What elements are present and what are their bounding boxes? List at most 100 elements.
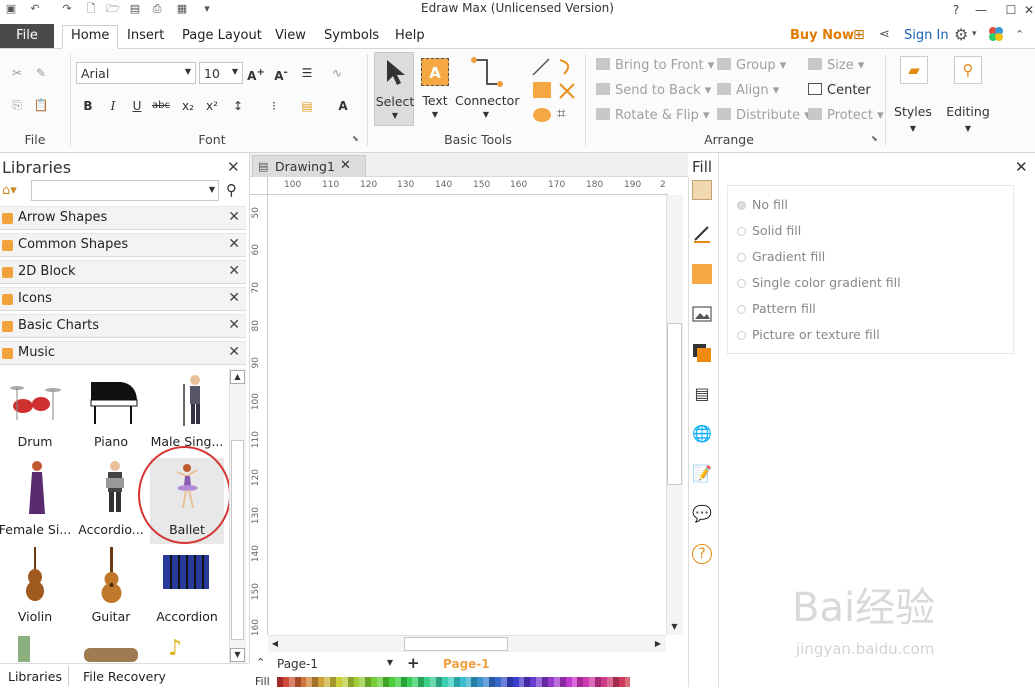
- shape-violin[interactable]: Violin: [0, 545, 72, 631]
- collapse-ribbon-icon[interactable]: ⌃: [1015, 28, 1024, 41]
- save-icon[interactable]: ▤: [128, 2, 142, 16]
- shape-male-singer[interactable]: Male Sing...: [150, 370, 224, 456]
- bring-to-front-button[interactable]: Bring to Front ▾: [596, 58, 714, 74]
- close-icon[interactable]: ✕: [228, 209, 240, 225]
- strikethrough-icon[interactable]: abc: [152, 97, 170, 115]
- fill-option-picture-texture[interactable]: Picture or texture fill: [737, 327, 880, 342]
- scroll-down-icon[interactable]: ▼: [667, 620, 682, 634]
- scroll-right-icon[interactable]: ▶: [651, 637, 665, 651]
- tab-page-layout[interactable]: Page Layout: [174, 26, 270, 48]
- shape-partial-flute[interactable]: [18, 636, 30, 662]
- redo-icon[interactable]: ↷: [60, 2, 74, 16]
- editing-button[interactable]: ⚲ Editing ▼: [943, 56, 993, 140]
- ellipse-tool-icon[interactable]: [533, 108, 551, 122]
- search-icon[interactable]: ⚲: [226, 181, 237, 199]
- cut-icon[interactable]: ✂: [8, 64, 26, 82]
- active-page-tab[interactable]: Page-1: [443, 657, 490, 671]
- tab-home[interactable]: Home: [62, 25, 119, 49]
- comment-icon[interactable]: 💬: [692, 504, 712, 524]
- font-name-select[interactable]: Arial ▼: [76, 62, 196, 84]
- text-wrap-icon[interactable]: ∿: [328, 64, 346, 82]
- close-libraries-icon[interactable]: ✕: [227, 158, 240, 176]
- canvas-vscroll-thumb[interactable]: [667, 323, 682, 485]
- hyperlink-globe-icon[interactable]: 🌐: [692, 424, 712, 444]
- grow-font-icon[interactable]: A+: [247, 64, 265, 83]
- italic-icon[interactable]: I: [104, 97, 122, 115]
- close-tab-icon[interactable]: ✕: [340, 158, 351, 173]
- scroll-up-icon[interactable]: ▲: [230, 370, 245, 384]
- buy-now-link[interactable]: Buy Now: [790, 28, 854, 43]
- libraries-scroll-thumb[interactable]: [231, 440, 244, 640]
- drawing-canvas[interactable]: [268, 195, 666, 635]
- undo-icon[interactable]: ↶: [28, 2, 42, 16]
- arc-tool-icon[interactable]: [556, 56, 578, 78]
- scroll-left-icon[interactable]: ◀: [268, 637, 282, 651]
- rotate-flip-button[interactable]: Rotate & Flip ▾: [596, 108, 710, 124]
- tab-insert[interactable]: Insert: [119, 26, 172, 48]
- bullets-icon[interactable]: ⁝: [265, 97, 283, 115]
- share-icon[interactable]: ⋖: [879, 27, 890, 42]
- add-page-icon[interactable]: +: [407, 654, 420, 672]
- tab-libraries[interactable]: Libraries: [8, 669, 62, 684]
- library-search-input[interactable]: ▼: [31, 180, 219, 201]
- rectangle-tool-icon[interactable]: [533, 82, 551, 98]
- distribute-button[interactable]: Distribute ▾: [717, 108, 811, 124]
- print-icon[interactable]: ⎙: [150, 2, 164, 16]
- tab-symbols[interactable]: Symbols: [316, 26, 387, 48]
- image-icon[interactable]: [692, 304, 712, 324]
- close-window-icon[interactable]: ✕: [1014, 0, 1035, 20]
- fill-option-pattern-fill[interactable]: Pattern fill: [737, 301, 816, 316]
- shape-accordion[interactable]: Accordion: [150, 545, 224, 631]
- library-category-2d-block[interactable]: 2D Block ✕: [0, 260, 246, 284]
- superscript-icon[interactable]: x²: [203, 97, 221, 115]
- close-icon[interactable]: ✕: [228, 344, 240, 360]
- shadow-icon[interactable]: [692, 264, 712, 284]
- shrink-font-icon[interactable]: A-: [272, 64, 290, 83]
- size-button[interactable]: Size ▾: [808, 58, 864, 74]
- shape-accordion-player[interactable]: Accordio...: [74, 458, 148, 544]
- crop-tool-icon[interactable]: ⌗: [557, 104, 565, 122]
- font-dialog-launcher-icon[interactable]: ⬊: [352, 134, 359, 143]
- shape-partial-zither[interactable]: [84, 648, 138, 662]
- line-tool-icon[interactable]: [530, 56, 552, 78]
- tab-file[interactable]: File: [0, 24, 54, 48]
- center-button[interactable]: Center: [808, 83, 871, 99]
- note-icon[interactable]: 📝: [692, 464, 712, 484]
- settings-gear-icon[interactable]: ⚙: [954, 25, 968, 44]
- underline-icon[interactable]: U: [128, 97, 146, 115]
- library-category-basic-charts[interactable]: Basic Charts ✕: [0, 314, 246, 338]
- connector-tool-button[interactable]: Connector ▼: [455, 52, 519, 126]
- tab-help[interactable]: Help: [387, 26, 433, 48]
- minimize-icon[interactable]: —: [966, 0, 996, 20]
- font-size-select[interactable]: 10 ▼: [199, 62, 243, 84]
- settings-dropdown-icon[interactable]: ▾: [972, 29, 977, 39]
- line-style-icon[interactable]: [692, 224, 712, 244]
- sign-in-link[interactable]: Sign In: [904, 28, 949, 43]
- shape-partial-saxophone[interactable]: ♪: [168, 636, 206, 662]
- arrange-dialog-launcher-icon[interactable]: ⬊: [871, 134, 878, 143]
- font-color-icon[interactable]: A: [334, 97, 352, 115]
- shape-guitar[interactable]: Guitar: [74, 545, 148, 631]
- new-file-icon[interactable]: 🗋: [84, 2, 98, 16]
- document-tab[interactable]: ▤ Drawing1 ✕: [252, 155, 366, 177]
- shape-drum[interactable]: Drum: [0, 370, 72, 456]
- fill-option-solid-fill[interactable]: Solid fill: [737, 223, 801, 238]
- line-spacing-icon[interactable]: ↕: [229, 97, 247, 115]
- color-swatch[interactable]: [624, 677, 631, 687]
- protect-button[interactable]: Protect ▾: [808, 108, 884, 124]
- send-to-back-button[interactable]: Send to Back ▾: [596, 83, 711, 99]
- shape-piano[interactable]: Piano: [74, 370, 148, 456]
- close-icon[interactable]: ✕: [228, 236, 240, 252]
- tab-file-recovery[interactable]: File Recovery: [83, 669, 166, 684]
- open-file-icon[interactable]: 🗁: [106, 2, 120, 16]
- fill-option-gradient-fill[interactable]: Gradient fill: [737, 249, 825, 264]
- subscript-icon[interactable]: x₂: [179, 97, 197, 115]
- library-category-music[interactable]: Music ✕: [0, 341, 246, 365]
- export-icon[interactable]: ▦: [175, 2, 189, 16]
- document-properties-icon[interactable]: ▤: [692, 384, 712, 404]
- fill-bucket-icon[interactable]: [692, 180, 712, 200]
- library-category-arrow-shapes[interactable]: Arrow Shapes ✕: [0, 206, 246, 230]
- library-category-icons[interactable]: Icons ✕: [0, 287, 246, 311]
- color-swatches[interactable]: [277, 676, 632, 687]
- theme-icon[interactable]: [988, 26, 1004, 42]
